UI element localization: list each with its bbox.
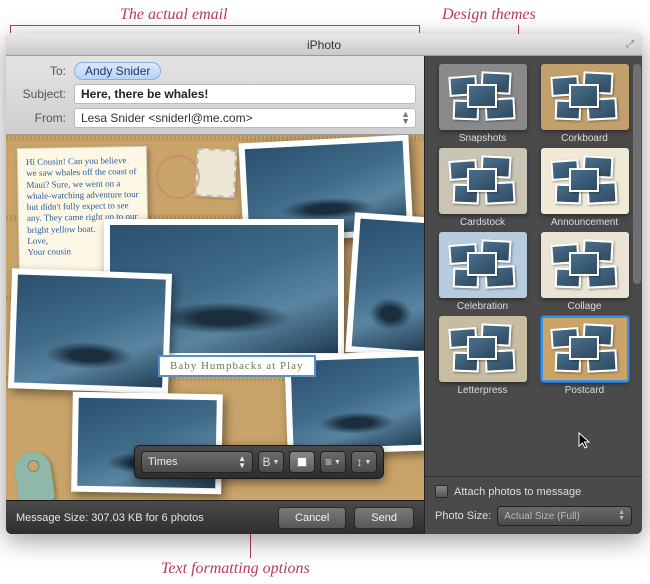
theme-thumbnail (541, 148, 629, 214)
theme-thumbnail (439, 316, 527, 382)
annotation-text-formatting: Text formatting options (161, 560, 310, 578)
theme-thumbnail (541, 232, 629, 298)
theme-corkboard[interactable]: Corkboard (539, 64, 631, 144)
theme-label: Corkboard (561, 133, 608, 144)
theme-label: Celebration (457, 301, 508, 312)
theme-label: Collage (568, 301, 602, 312)
photo-caption[interactable]: Baby Humpbacks at Play (158, 355, 316, 377)
checkbox-icon (435, 485, 448, 498)
text-color-button[interactable] (289, 451, 315, 473)
align-icon: ≡ (325, 455, 332, 469)
from-label: From: (14, 111, 74, 125)
message-size-label: Message Size: 307.03 KB for 6 photos (16, 512, 270, 524)
attach-photos-label: Attach photos to message (454, 486, 581, 498)
theme-label: Announcement (551, 217, 618, 228)
from-select[interactable]: Lesa Snider <sniderl@me.com> ▲▼ (74, 108, 416, 128)
dropdown-arrows-icon: ▲▼ (618, 510, 625, 522)
themes-scrollbar[interactable] (633, 64, 641, 284)
theme-announcement[interactable]: Announcement (539, 148, 631, 228)
photo-size-value: Actual Size (Full) (504, 511, 580, 522)
spacing-icon: ↕ (357, 455, 363, 469)
postmark-icon (156, 155, 200, 199)
iphoto-email-window: iPhoto ⤢ To: Andy Snider Subject: Here, … (6, 34, 642, 534)
email-header: To: Andy Snider Subject: Here, there be … (6, 56, 424, 135)
dropdown-arrows-icon: ▲▼ (401, 111, 409, 125)
postage-stamp (195, 148, 237, 198)
email-pane: To: Andy Snider Subject: Here, there be … (6, 56, 424, 534)
theme-collage[interactable]: Collage (539, 232, 631, 312)
from-value: Lesa Snider <sniderl@me.com> (81, 111, 253, 125)
themes-footer: Attach photos to message Photo Size: Act… (425, 476, 642, 534)
photo-size-select[interactable]: Actual Size (Full) ▲▼ (497, 506, 632, 526)
subject-label: Subject: (14, 87, 74, 101)
email-canvas[interactable]: Hi Cousin! Can you believe we saw whales… (6, 135, 424, 500)
theme-label: Cardstock (460, 217, 505, 228)
themes-pane: Snapshots Corkboard Cardstock Announcement C… (424, 56, 642, 534)
to-recipient-token[interactable]: Andy Snider (74, 62, 161, 80)
text-format-toolbar: Times ▲▼ B▼ ≡▼ ↕▼ (134, 445, 384, 479)
theme-thumbnail (439, 232, 527, 298)
main-area: To: Andy Snider Subject: Here, there be … (6, 56, 642, 534)
theme-label: Letterpress (457, 385, 507, 396)
theme-postcard[interactable]: Postcard (539, 316, 631, 396)
photo-3[interactable] (8, 268, 172, 394)
to-label: To: (14, 64, 74, 78)
theme-thumbnail (439, 64, 527, 130)
align-button[interactable]: ≡▼ (320, 451, 346, 473)
theme-celebration[interactable]: Celebration (437, 232, 529, 312)
line-spacing-button[interactable]: ↕▼ (351, 451, 377, 473)
window-title: iPhoto (307, 38, 341, 52)
annotation-actual-email: The actual email (120, 6, 228, 24)
theme-thumbnail (439, 148, 527, 214)
footer-bar: Message Size: 307.03 KB for 6 photos Can… (6, 500, 424, 534)
price-tag-decoration (13, 450, 56, 500)
cursor-icon (578, 432, 592, 450)
window-titlebar[interactable]: iPhoto ⤢ (6, 34, 642, 56)
theme-letterpress[interactable]: Letterpress (437, 316, 529, 396)
bold-icon: B (263, 455, 271, 469)
theme-cardstock[interactable]: Cardstock (437, 148, 529, 228)
font-select[interactable]: Times ▲▼ (141, 451, 253, 473)
bold-button[interactable]: B▼ (258, 451, 284, 473)
attach-photos-checkbox[interactable]: Attach photos to message (435, 485, 632, 498)
theme-snapshots[interactable]: Snapshots (437, 64, 529, 144)
theme-thumbnail (541, 64, 629, 130)
dropdown-arrows-icon: ▲▼ (238, 455, 246, 469)
cancel-button[interactable]: Cancel (278, 507, 346, 529)
send-button[interactable]: Send (354, 507, 414, 529)
fullscreen-icon[interactable]: ⤢ (624, 38, 636, 50)
photo-size-label: Photo Size: (435, 510, 491, 522)
annotation-bracket-email (10, 25, 420, 33)
color-swatch-icon (297, 457, 307, 467)
font-name: Times (148, 456, 178, 468)
annotation-design-themes: Design themes (442, 6, 536, 24)
themes-grid[interactable]: Snapshots Corkboard Cardstock Announcement C… (425, 56, 642, 476)
theme-thumbnail (541, 316, 629, 382)
theme-label: Postcard (565, 385, 604, 396)
subject-input[interactable]: Here, there be whales! (74, 84, 416, 104)
theme-label: Snapshots (459, 133, 506, 144)
photo-4[interactable] (345, 212, 424, 358)
